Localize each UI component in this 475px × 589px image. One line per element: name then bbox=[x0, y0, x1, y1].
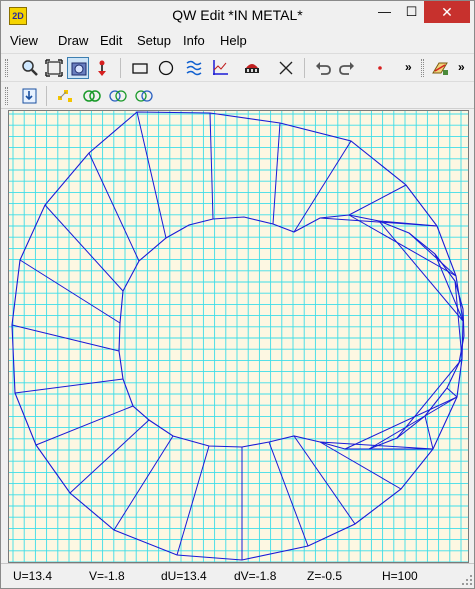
zoom-icon[interactable] bbox=[19, 57, 41, 79]
close-button[interactable]: ✕ bbox=[424, 1, 470, 23]
zoom-extents-icon[interactable] bbox=[43, 57, 65, 79]
secondary-toolbar bbox=[1, 81, 474, 109]
qw-edit-window: 2D QW Edit *IN METAL* — ☐ ✕ View Draw Ed… bbox=[0, 0, 475, 589]
status-u: U=13.4 bbox=[13, 569, 53, 583]
menu-help[interactable]: Help bbox=[220, 33, 247, 48]
toolbar-separator bbox=[46, 86, 47, 106]
title-bar[interactable]: 2D QW Edit *IN METAL* — ☐ ✕ bbox=[1, 1, 474, 31]
menu-setup[interactable]: Setup bbox=[137, 33, 171, 48]
menu-edit[interactable]: Edit bbox=[100, 33, 122, 48]
toolbar-overflow-chevron[interactable]: » bbox=[405, 60, 412, 74]
toolbar-grip[interactable] bbox=[421, 59, 424, 77]
status-dv: dV=-1.8 bbox=[234, 569, 277, 583]
redo-icon[interactable] bbox=[336, 57, 358, 79]
mesh-drawing[interactable] bbox=[9, 111, 469, 563]
rings-green-icon[interactable] bbox=[81, 85, 103, 107]
port-icon[interactable] bbox=[241, 57, 263, 79]
toolbar-separator bbox=[120, 58, 121, 78]
toolbar-separator bbox=[304, 58, 305, 78]
menu-bar: View Draw Edit Setup Info Help bbox=[1, 31, 474, 51]
import-icon[interactable] bbox=[19, 85, 41, 107]
rings-blue-icon[interactable] bbox=[107, 85, 129, 107]
mesh-fill-icon[interactable] bbox=[183, 57, 205, 79]
point-icon[interactable] bbox=[369, 57, 391, 79]
probe-icon[interactable] bbox=[91, 57, 113, 79]
status-h: H=100 bbox=[382, 569, 418, 583]
status-du: dU=13.4 bbox=[161, 569, 207, 583]
delete-icon[interactable] bbox=[275, 57, 297, 79]
minimize-button[interactable]: — bbox=[371, 1, 398, 23]
maximize-button[interactable]: ☐ bbox=[398, 1, 425, 23]
rectangle-icon[interactable] bbox=[129, 57, 151, 79]
menu-draw[interactable]: Draw bbox=[58, 33, 88, 48]
status-z: Z=-0.5 bbox=[307, 569, 343, 583]
drawing-canvas[interactable] bbox=[8, 110, 469, 563]
status-bar: U=13.4 V=-1.8 dU=13.4 dV=-1.8 Z=-0.5 H=1… bbox=[1, 563, 474, 587]
nodes-icon[interactable] bbox=[54, 85, 76, 107]
circle-icon[interactable] bbox=[155, 57, 177, 79]
rings-mixed-icon[interactable] bbox=[133, 85, 155, 107]
toolbar-overflow-chevron[interactable]: » bbox=[458, 60, 465, 74]
menu-info[interactable]: Info bbox=[183, 33, 205, 48]
status-v: V=-1.8 bbox=[89, 569, 125, 583]
undo-icon[interactable] bbox=[312, 57, 334, 79]
toolbar-grip[interactable] bbox=[5, 59, 8, 77]
view-all-icon[interactable] bbox=[67, 57, 89, 79]
resize-grip[interactable] bbox=[462, 575, 472, 585]
axes-icon[interactable] bbox=[209, 57, 231, 79]
layers-icon[interactable] bbox=[429, 57, 451, 79]
toolbar-grip[interactable] bbox=[5, 87, 8, 105]
main-toolbar: » » bbox=[1, 53, 474, 81]
menu-view[interactable]: View bbox=[10, 33, 38, 48]
